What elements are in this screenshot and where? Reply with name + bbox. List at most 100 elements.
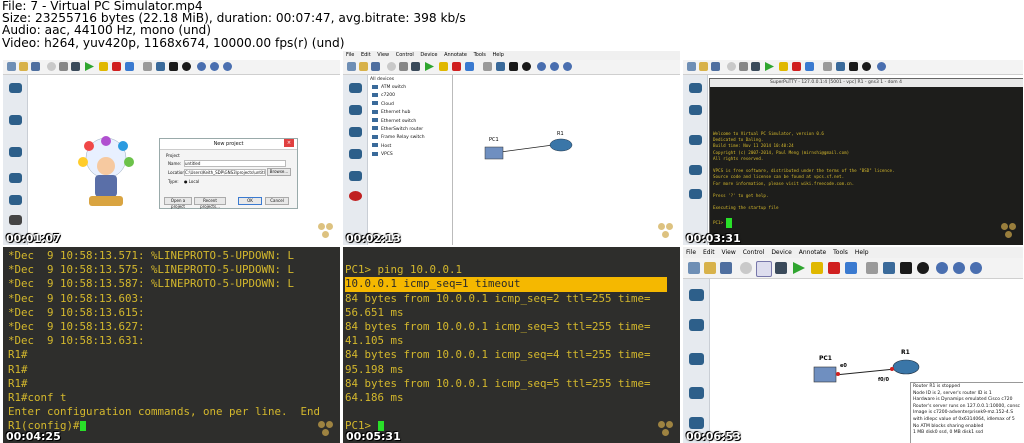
save-icon[interactable] — [720, 262, 732, 274]
zoom-out-icon[interactable] — [953, 262, 965, 274]
image-icon[interactable] — [836, 62, 845, 71]
router-icon[interactable] — [689, 83, 702, 93]
new-icon[interactable] — [688, 262, 700, 274]
security-icon[interactable] — [9, 173, 22, 183]
zoom-in-icon[interactable] — [537, 62, 546, 71]
ellipse-icon[interactable] — [862, 62, 871, 71]
reload-icon[interactable] — [845, 262, 857, 274]
cancel-button[interactable]: Cancel — [265, 197, 289, 205]
rectangle-icon[interactable] — [849, 62, 858, 71]
stop-icon[interactable] — [452, 62, 461, 71]
end-device-icon[interactable] — [349, 127, 362, 137]
menu-view[interactable]: View — [722, 249, 736, 256]
open-icon[interactable] — [704, 262, 716, 274]
link-icon[interactable] — [9, 215, 22, 225]
reload-icon[interactable] — [465, 62, 474, 71]
rectangle-icon[interactable] — [900, 262, 912, 274]
menu-annotate[interactable]: Annotate — [799, 249, 826, 256]
switch-icon[interactable] — [9, 115, 22, 125]
name-field[interactable]: untitled — [184, 160, 286, 167]
location-field[interactable]: C:\Users\Keith_SDP\GNS3\projects\untitle… — [184, 169, 266, 176]
image-icon[interactable] — [496, 62, 505, 71]
ellipse-icon[interactable] — [182, 62, 191, 71]
clock-icon[interactable] — [47, 62, 56, 71]
menu-tools[interactable]: Tools — [833, 249, 848, 256]
security-icon[interactable] — [689, 387, 704, 399]
all-devices-icon[interactable] — [689, 417, 704, 429]
rectangle-icon[interactable] — [169, 62, 178, 71]
ellipse-icon[interactable] — [917, 262, 929, 274]
new-icon[interactable] — [7, 62, 16, 71]
zoom-in-icon[interactable] — [877, 62, 886, 71]
all-devices-icon[interactable] — [349, 171, 362, 181]
security-icon[interactable] — [689, 165, 702, 175]
pause-icon[interactable] — [811, 262, 823, 274]
cursor-icon[interactable] — [59, 62, 68, 71]
clock-icon[interactable] — [387, 62, 396, 71]
menu-control[interactable]: Control — [743, 249, 765, 256]
save-icon[interactable] — [31, 62, 40, 71]
stop-icon[interactable] — [792, 62, 801, 71]
new-icon[interactable] — [687, 62, 696, 71]
cursor-icon[interactable] — [399, 62, 408, 71]
clock-icon[interactable] — [740, 262, 752, 274]
device-list-item[interactable]: c7200 — [368, 92, 452, 100]
image-icon[interactable] — [156, 62, 165, 71]
menu-view[interactable]: View — [377, 52, 389, 58]
play-icon[interactable] — [765, 62, 774, 71]
stop-icon[interactable] — [828, 262, 840, 274]
screenshot-icon[interactable] — [223, 62, 232, 71]
new-icon[interactable] — [347, 62, 356, 71]
security-icon[interactable] — [349, 149, 362, 159]
device-list-item[interactable]: ATM switch — [368, 84, 452, 92]
play-icon[interactable] — [793, 262, 805, 274]
end-device-icon[interactable] — [9, 147, 22, 157]
switch-icon[interactable] — [689, 319, 704, 331]
reload-icon[interactable] — [805, 62, 814, 71]
screen-icon[interactable] — [751, 62, 760, 71]
menu-help[interactable]: Help — [493, 52, 504, 58]
note-icon[interactable] — [483, 62, 492, 71]
browse-button[interactable]: Browse... — [267, 168, 291, 176]
save-icon[interactable] — [371, 62, 380, 71]
menu-device[interactable]: Device — [771, 249, 792, 256]
ok-button[interactable]: OK — [238, 197, 262, 205]
pause-icon[interactable] — [439, 62, 448, 71]
close-icon[interactable]: × — [284, 139, 294, 147]
switch-icon[interactable] — [689, 105, 702, 115]
menu-edit[interactable]: Edit — [703, 249, 715, 256]
switch-icon[interactable] — [349, 105, 362, 115]
menu-file[interactable]: File — [346, 52, 354, 58]
all-devices-icon[interactable] — [689, 189, 702, 199]
save-icon[interactable] — [711, 62, 720, 71]
link-icon[interactable] — [349, 191, 362, 201]
cursor-icon[interactable] — [739, 62, 748, 71]
end-device-icon[interactable] — [689, 135, 702, 145]
device-list-item[interactable]: Frame Relay switch — [368, 134, 452, 142]
note-icon[interactable] — [823, 62, 832, 71]
recent-projects-button[interactable]: Recent projects... — [194, 197, 226, 209]
device-list-item[interactable]: VPCS — [368, 151, 452, 159]
pause-icon[interactable] — [99, 62, 108, 71]
reload-icon[interactable] — [125, 62, 134, 71]
type-radio-local[interactable]: ● Local — [184, 179, 199, 184]
menu-annotate[interactable]: Annotate — [444, 52, 467, 58]
stop-icon[interactable] — [112, 62, 121, 71]
zoom-in-icon[interactable] — [936, 262, 948, 274]
play-icon[interactable] — [85, 62, 94, 71]
all-devices-icon[interactable] — [9, 195, 22, 205]
device-list-item[interactable]: Ethernet switch — [368, 118, 452, 126]
cursor-icon[interactable] — [756, 261, 772, 277]
screenshot-icon[interactable] — [970, 262, 982, 274]
menu-file[interactable]: File — [686, 249, 696, 256]
device-list-item[interactable]: EtherSwitch router — [368, 126, 452, 134]
menu-help[interactable]: Help — [855, 249, 869, 256]
screenshot-icon[interactable] — [563, 62, 572, 71]
image-icon[interactable] — [883, 262, 895, 274]
router-icon[interactable] — [349, 83, 362, 93]
screen-icon[interactable] — [411, 62, 420, 71]
screen-icon[interactable] — [775, 262, 787, 274]
zoom-out-icon[interactable] — [550, 62, 559, 71]
screen-icon[interactable] — [71, 62, 80, 71]
open-icon[interactable] — [699, 62, 708, 71]
